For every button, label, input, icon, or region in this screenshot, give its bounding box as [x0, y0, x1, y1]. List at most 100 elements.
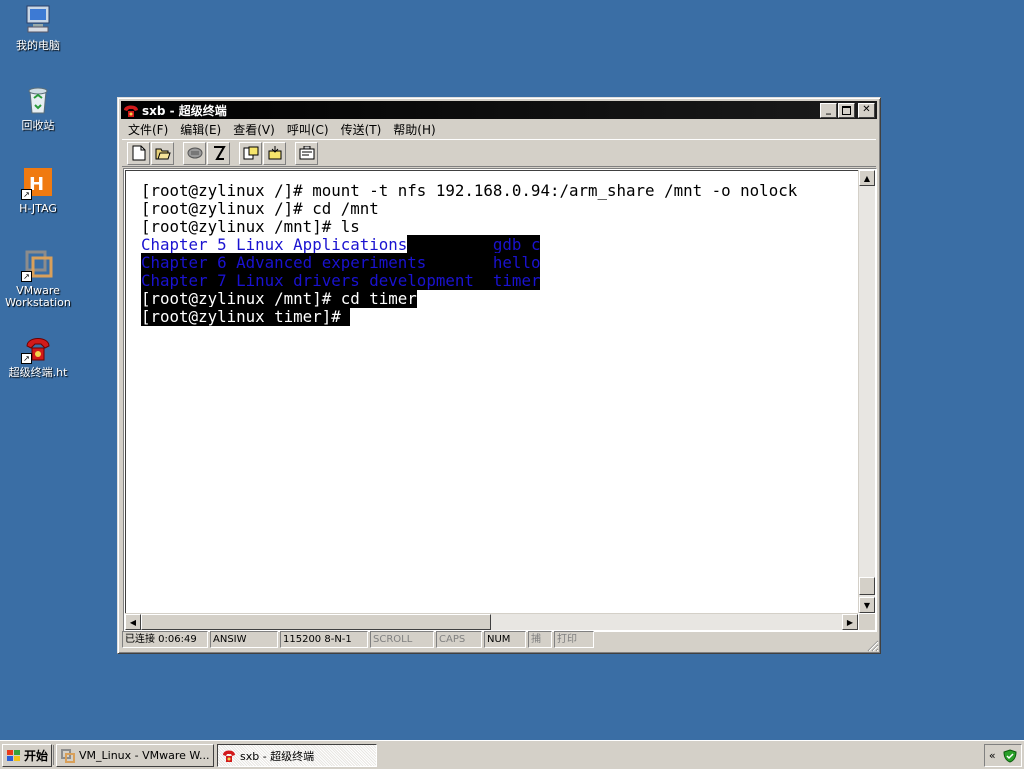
terminal-screen[interactable]: [root@zylinux /]# mount -t nfs 192.168.0…	[125, 170, 858, 613]
desktop-icon-label: 我的电脑	[16, 39, 60, 52]
hjtag-icon: H ↗	[21, 166, 55, 200]
windows-logo-icon	[7, 749, 20, 761]
hyperterminal-app-icon	[123, 103, 139, 117]
hyperterminal-window[interactable]: sxb - 超级终端 _ ✕ 文件(F) 编辑(E) 查看(V) 呼叫(C) 传…	[117, 97, 881, 654]
toolbar	[122, 139, 876, 167]
terminal-line: [root@zylinux /mnt]# ls	[141, 217, 360, 236]
menu-help[interactable]: 帮助(H)	[387, 121, 441, 138]
ls-gap	[426, 253, 493, 272]
desktop-icon-vmware[interactable]: ↗ VMware Workstation	[0, 248, 78, 309]
desktop-icon-recycle-bin[interactable]: 回收站	[0, 83, 78, 132]
scroll-left-button[interactable]: ◀	[125, 614, 141, 630]
open-button[interactable]	[151, 141, 174, 165]
ls-dir-entry: Chapter_7_Linux_drivers_development	[141, 271, 474, 290]
right-arrow-icon: ▶	[846, 617, 854, 627]
scroll-up-button[interactable]: ▲	[859, 170, 875, 186]
vertical-scrollbar[interactable]: ▲ ▼	[858, 170, 875, 613]
my-computer-icon	[21, 3, 55, 37]
task-label: sxb - 超级终端	[240, 749, 315, 763]
desktop-icon-label: H-JTAG	[19, 202, 57, 215]
new-icon	[132, 145, 145, 161]
ls-gap	[407, 235, 493, 254]
open-icon	[155, 148, 171, 160]
start-label: 开始	[24, 749, 49, 763]
menu-transfer[interactable]: 传送(T)	[335, 121, 388, 138]
hyperterminal-shortcut-icon: ↗	[21, 330, 55, 364]
menu-file[interactable]: 文件(F)	[122, 121, 174, 138]
status-connected: 已连接 0:06:49	[122, 631, 208, 648]
ls-dir-entry: Chapter_6_Advanced_experiments	[141, 253, 427, 272]
menu-call[interactable]: 呼叫(C)	[281, 121, 335, 138]
status-capture: 捕	[528, 631, 552, 648]
taskbar: 开始 VM_Linux - VMware W... sxb - 超级终端 «	[0, 740, 1024, 769]
scroll-thumb[interactable]	[859, 577, 875, 595]
start-button[interactable]: 开始	[2, 744, 52, 767]
close-button[interactable]: ✕	[858, 102, 875, 118]
cd-timer-command: [root@zylinux /mnt]# cd timer	[141, 289, 417, 308]
dial-button[interactable]	[207, 141, 230, 165]
scroll-down-button[interactable]: ▼	[859, 597, 875, 613]
send-icon	[243, 146, 258, 160]
ls-file-entry: timer	[492, 271, 541, 290]
new-button[interactable]	[127, 141, 150, 165]
close-icon: ✕	[862, 104, 871, 115]
ls-output-row: Chapter_5_Linux_Applications gdb_c	[141, 235, 797, 254]
shortcut-arrow-icon: ↗	[21, 271, 32, 282]
horizontal-scroll-thumb[interactable]	[141, 614, 491, 630]
dial-icon	[213, 146, 226, 160]
terminal-line: [root@zylinux /]# cd /mnt	[141, 199, 379, 218]
hyperterminal-task-icon	[223, 750, 235, 762]
desktop-icon-label: 回收站	[21, 119, 55, 132]
status-emulation: ANSIW	[210, 631, 278, 648]
down-arrow-icon: ▼	[863, 600, 871, 610]
menu-edit[interactable]: 编辑(E)	[174, 121, 227, 138]
menu-view[interactable]: 查看(V)	[227, 121, 281, 138]
title-bar[interactable]: sxb - 超级终端 _ ✕	[121, 101, 877, 119]
terminal-prompt: [root@zylinux timer]#	[141, 307, 351, 326]
system-tray: «	[984, 744, 1022, 767]
security-shield-icon[interactable]	[1003, 748, 1017, 763]
vmware-icon: ↗	[21, 248, 55, 282]
minimize-button[interactable]: _	[820, 102, 837, 118]
desktop-icon-hjtag[interactable]: H ↗ H-JTAG	[0, 166, 78, 215]
vmware-task-icon	[61, 748, 75, 763]
task-hyperterminal[interactable]: sxb - 超级终端	[217, 744, 377, 767]
task-label: VM_Linux - VMware W...	[79, 749, 210, 762]
terminal-prompt-line: [root@zylinux timer]#	[141, 307, 797, 326]
desktop-icon-my-computer[interactable]: 我的电脑	[0, 3, 78, 52]
resize-grip-icon[interactable]	[867, 640, 879, 652]
shortcut-arrow-icon: ↗	[21, 353, 32, 364]
ls-gap	[473, 271, 493, 290]
disconnect-button[interactable]	[183, 141, 206, 165]
terminal-line: [root@zylinux /mnt]# cd timer	[141, 289, 797, 308]
minimize-icon: _	[826, 104, 831, 115]
ls-output-row: Chapter_7_Linux_drivers_development time…	[141, 271, 797, 290]
menu-bar: 文件(F) 编辑(E) 查看(V) 呼叫(C) 传送(T) 帮助(H)	[122, 120, 876, 138]
status-bar: 已连接 0:06:49 ANSIW 115200 8-N-1 SCROLL CA…	[122, 631, 876, 648]
ls-dir-entry: Chapter_5_Linux_Applications	[141, 235, 408, 254]
maximize-icon	[842, 105, 851, 115]
status-scroll: SCROLL	[370, 631, 434, 648]
ls-output-row: Chapter_6_Advanced_experiments hello	[141, 253, 797, 272]
status-num: NUM	[484, 631, 526, 648]
ls-file-entry: gdb_c	[492, 235, 541, 254]
send-button[interactable]	[239, 141, 262, 165]
properties-icon	[299, 146, 314, 160]
left-arrow-icon: ◀	[129, 617, 137, 627]
scrollbar-corner	[859, 614, 875, 630]
receive-button[interactable]	[263, 141, 286, 165]
terminal-line: [root@zylinux /]# mount -t nfs 192.168.0…	[141, 181, 798, 200]
status-port-settings: 115200 8-N-1	[280, 631, 368, 648]
task-vmware[interactable]: VM_Linux - VMware W...	[56, 744, 214, 767]
properties-button[interactable]	[295, 141, 318, 165]
scroll-right-button[interactable]: ▶	[842, 614, 858, 630]
maximize-button[interactable]	[838, 102, 855, 118]
disconnect-icon	[187, 147, 202, 159]
shortcut-arrow-icon: ↗	[21, 189, 32, 200]
horizontal-scrollbar[interactable]: ◀ ▶	[125, 613, 858, 630]
desktop-icon-hyperterminal[interactable]: ↗ 超级终端.ht	[0, 330, 78, 379]
recycle-bin-icon	[21, 83, 55, 117]
terminal-frame: [root@zylinux /]# mount -t nfs 192.168.0…	[123, 168, 877, 632]
desktop-icon-label: 超级终端.ht	[8, 366, 68, 379]
tray-expand-button[interactable]: «	[989, 749, 996, 762]
